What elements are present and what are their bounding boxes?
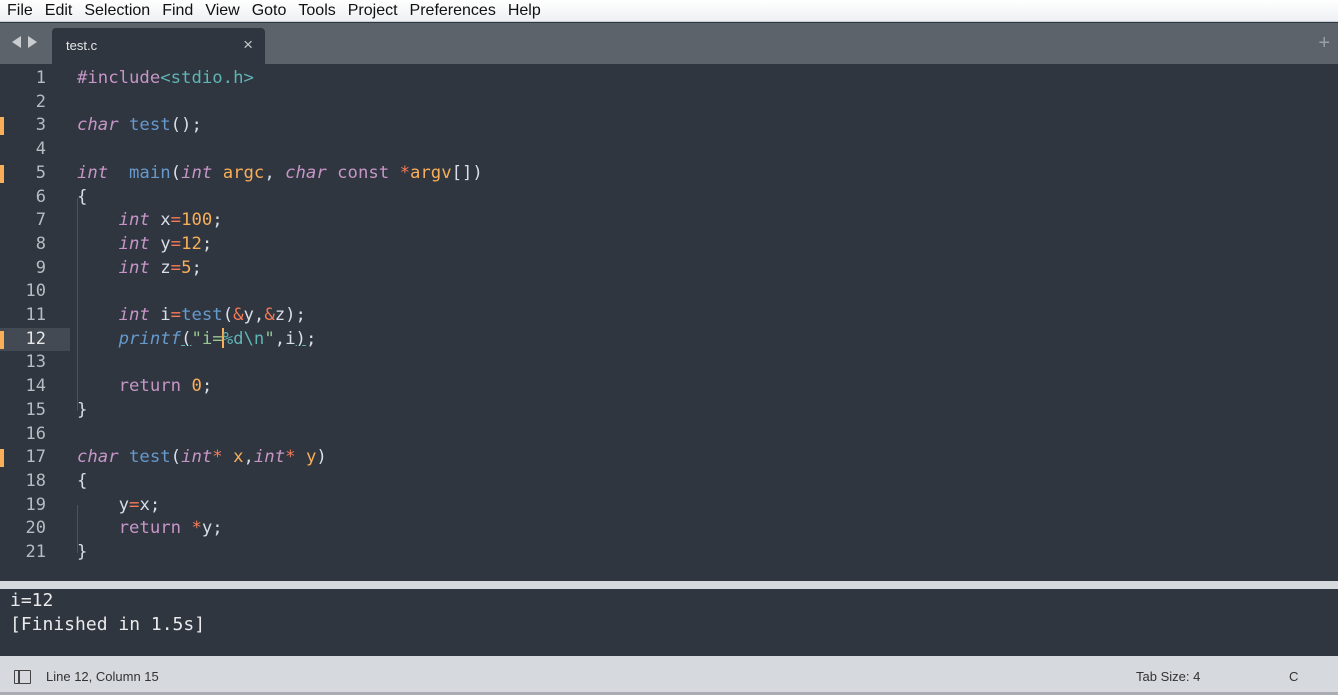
- code-text: int main(int argc, char const *argv[]): [77, 162, 483, 183]
- line-number: 6: [35, 186, 46, 207]
- code-line-13: 13: [0, 351, 1338, 375]
- code-text: int x=100;: [118, 210, 223, 231]
- line-number: 7: [35, 210, 46, 231]
- code-line-20: 20 return *y;: [0, 517, 1338, 541]
- menu-file[interactable]: File: [2, 0, 40, 22]
- line-number: 5: [35, 162, 46, 183]
- line-number: 20: [25, 518, 46, 539]
- code-line-18: 18 {: [0, 470, 1338, 494]
- menu-tools[interactable]: Tools: [293, 0, 342, 22]
- line-number: 14: [25, 376, 46, 397]
- code-line-16: 16: [0, 423, 1338, 447]
- menu-project[interactable]: Project: [343, 0, 405, 22]
- code-line-19: 19 y=x;: [0, 494, 1338, 518]
- menu-view[interactable]: View: [200, 0, 246, 22]
- line-number: 9: [35, 257, 46, 278]
- line-number: 19: [25, 494, 46, 515]
- tab-navigation: [12, 36, 37, 48]
- code-line-7: 7 int x=100;: [0, 209, 1338, 233]
- code-line-2: 2: [0, 91, 1338, 115]
- status-bar: Line 12, Column 15 Tab Size: 4 C: [0, 656, 1338, 695]
- chevron-left-icon[interactable]: [12, 36, 21, 48]
- code-text: {: [77, 186, 88, 207]
- code-line-10: 10: [0, 280, 1338, 304]
- line-number: 18: [25, 470, 46, 491]
- code-text: return *y;: [118, 518, 223, 539]
- menu-selection[interactable]: Selection: [79, 0, 157, 22]
- tab-title: test.c: [66, 38, 98, 53]
- menu-help[interactable]: Help: [503, 0, 548, 22]
- chevron-right-icon[interactable]: [28, 36, 37, 48]
- syntax-mode[interactable]: C: [1289, 669, 1298, 684]
- line-number: 3: [35, 115, 46, 136]
- new-tab-plus-icon[interactable]: +: [1318, 31, 1330, 55]
- code-line-17: 17 char test(int* x,int* y): [0, 446, 1338, 470]
- tab-test-c[interactable]: test.c ×: [52, 28, 265, 64]
- code-text: }: [77, 399, 88, 420]
- code-text: int y=12;: [118, 233, 213, 254]
- line-number: 2: [35, 91, 46, 112]
- line-number: 4: [35, 139, 46, 160]
- code-editor[interactable]: 1 #include<stdio.h> 2 3 char test(); 4 5…: [0, 64, 1338, 581]
- code-line-8: 8 int y=12;: [0, 233, 1338, 257]
- line-number: 12: [25, 328, 46, 349]
- line-number: 8: [35, 233, 46, 254]
- menu-edit[interactable]: Edit: [40, 0, 80, 22]
- menu-preferences[interactable]: Preferences: [405, 0, 503, 22]
- code-line-11: 11 int i=test(&y,&z);: [0, 304, 1338, 328]
- toggle-panel-icon[interactable]: [14, 670, 31, 684]
- code-line-21: 21 }: [0, 541, 1338, 565]
- close-icon[interactable]: ×: [243, 35, 253, 55]
- code-line-12: 12 printf("i=%d\n",i);: [0, 327, 1338, 352]
- code-line-1: 1 #include<stdio.h>: [0, 67, 1338, 91]
- code-text: printf("i=%d\n",i);: [118, 327, 317, 349]
- code-text: char test(int* x,int* y): [77, 447, 327, 468]
- code-text: int i=test(&y,&z);: [118, 305, 306, 325]
- panel-divider[interactable]: [0, 581, 1338, 589]
- code-text: return 0;: [118, 376, 213, 397]
- menu-goto[interactable]: Goto: [247, 0, 294, 22]
- line-number: 11: [25, 305, 46, 325]
- code-text: {: [77, 470, 88, 491]
- code-text: }: [77, 542, 88, 562]
- menu-find[interactable]: Find: [157, 0, 200, 22]
- line-number: 16: [25, 423, 46, 444]
- code-text: #include<stdio.h>: [77, 68, 254, 88]
- code-text: y=x;: [77, 494, 161, 515]
- code-line-5: 5 int main(int argc, char const *argv[]): [0, 162, 1338, 186]
- line-number: 10: [25, 281, 46, 302]
- code-text: char test();: [77, 115, 202, 136]
- line-number: 17: [25, 447, 46, 468]
- tab-size[interactable]: Tab Size: 4: [1136, 669, 1200, 684]
- line-number: 13: [25, 352, 46, 373]
- output-line: i=12: [10, 590, 54, 611]
- line-number: 21: [25, 542, 46, 562]
- code-line-6: 6 {: [0, 186, 1338, 210]
- code-text: int z=5;: [118, 257, 202, 278]
- code-line-14: 14 return 0;: [0, 375, 1338, 399]
- output-line: [Finished in 1.5s]: [10, 614, 206, 635]
- code-line-15: 15 }: [0, 399, 1338, 423]
- tab-bar: test.c × +: [0, 23, 1338, 64]
- code-line-3: 3 char test();: [0, 114, 1338, 138]
- code-line-4: 4: [0, 138, 1338, 162]
- line-number: 1: [35, 68, 46, 88]
- cursor-position: Line 12, Column 15: [46, 669, 159, 684]
- code-line-9: 9 int z=5;: [0, 257, 1338, 281]
- menu-bar: File Edit Selection Find View Goto Tools…: [0, 0, 1338, 22]
- line-number: 15: [25, 399, 46, 420]
- build-output-panel: i=12 [Finished in 1.5s]: [0, 589, 1338, 656]
